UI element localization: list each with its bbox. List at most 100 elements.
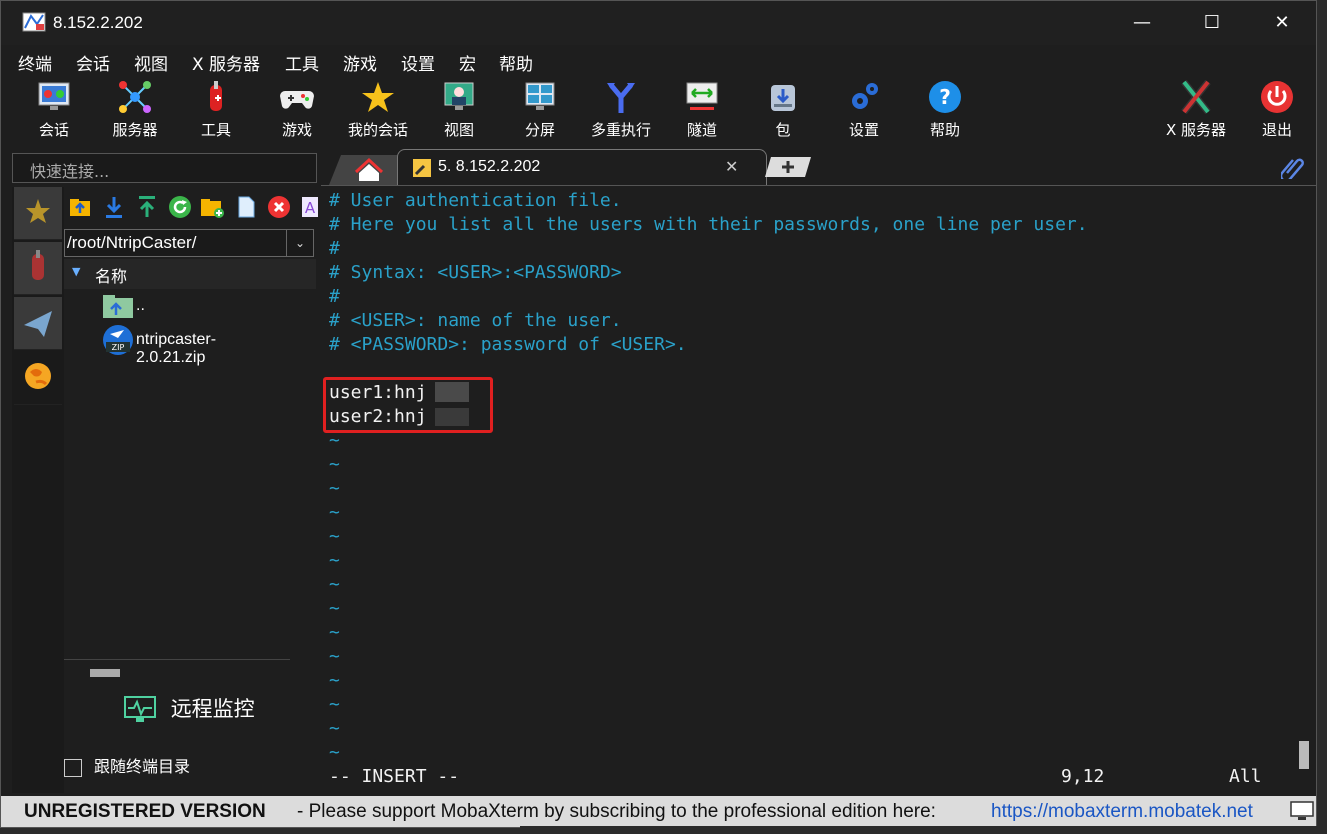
download-icon[interactable] [102,195,126,219]
follow-terminal-checkbox[interactable]: 跟随终端目录 [64,753,190,777]
path-field[interactable]: /root/NtripCaster/ ⌄ [64,229,314,257]
chevron-down-icon[interactable]: ⌄ [286,230,313,256]
toolbar-split-button[interactable]: 分屏 [500,77,580,141]
user-screen-icon [444,82,474,110]
menu-help[interactable]: 帮助 [499,50,533,75]
tab-active-session[interactable]: 5. 8.152.2.202 ✕ [397,149,767,185]
terminal-line: # <USER>: name of the user. [329,310,622,331]
tilde-line: ~ [329,502,340,523]
network-icon [119,81,151,113]
tilde-line: ~ [329,646,340,667]
new-tab-button[interactable] [761,155,813,179]
file-name: .. [136,297,145,314]
vim-mode: -- INSERT -- [329,766,460,787]
sftp-toolbar: A [64,193,318,223]
tilde-line: ~ [329,574,340,595]
parent-folder-icon[interactable] [68,195,92,219]
divider [64,659,290,660]
close-button[interactable]: ✕ [1267,9,1297,37]
toolbar-tunnel-button[interactable]: 隧道 [662,77,742,141]
toolbar-exit-button[interactable]: 退出 [1237,77,1316,141]
toolbar-xserver-button[interactable]: X 服务器 [1156,77,1236,141]
toolbar-label: 分屏 [524,121,555,139]
checkbox-box[interactable] [64,758,82,777]
sessions-tab[interactable] [14,187,62,240]
menu-view[interactable]: 视图 [134,50,168,75]
terminal-line: # User authentication file. [329,190,622,211]
new-folder-icon[interactable] [200,195,224,219]
toolbar-label: 游戏 [281,121,312,139]
toolbar-session-button[interactable]: 会话 [14,77,94,141]
menu-terminal[interactable]: 终端 [18,50,52,75]
tilde-line: ~ [329,742,340,763]
split-screen-icon [525,82,555,110]
menu-xserver[interactable]: X 服务器 [192,50,260,75]
paper-plane-icon [24,311,52,337]
menu-macro[interactable]: 宏 [459,50,476,75]
toolbar-label: 退出 [1261,121,1292,139]
quick-connect-input[interactable]: 快速连接... [12,153,317,183]
screen-icon[interactable] [1290,801,1314,821]
swiss-knife-icon [210,81,222,111]
delete-icon[interactable] [267,195,291,219]
toolbar-label: 帮助 [929,121,960,139]
help-icon: ? [929,81,961,113]
svg-text:A: A [305,199,316,217]
terminal-line: # Here you list all the users with their… [329,214,1088,235]
toolbar-packages-button[interactable]: 包 [743,77,823,141]
monitor-icon [38,82,70,110]
menu-session[interactable]: 会话 [76,50,110,75]
side-tab-bar [12,187,64,793]
menu-tools[interactable]: 工具 [285,50,319,75]
paperclip-icon[interactable] [1281,153,1305,179]
name-column-header[interactable]: ▼ 名称 [64,259,316,289]
gamepad-icon [280,91,314,109]
sort-triangle-icon: ▼ [72,265,81,278]
toolbar-label: 包 [775,121,791,139]
toolbar-label: 隧道 [686,121,717,139]
tilde-line: ~ [329,718,340,739]
toolbar-view-button[interactable]: 视图 [419,77,499,141]
minimize-button[interactable]: — [1127,9,1157,37]
menu-bar: 终端 会话 视图 X 服务器 工具 游戏 设置 宏 帮助 [1,45,1316,77]
unregistered-label: UNREGISTERED VERSION [24,801,266,822]
remote-monitor-button[interactable]: 远程监控 [124,693,255,724]
macros-tab[interactable] [14,297,62,350]
tilde-line: ~ [329,526,340,547]
toolbar: 会话 服务器 工具 游戏 我的会话 视图 分屏 多重执行 隧道 包 设置 ? 帮… [1,77,1316,143]
fork-icon [607,83,635,113]
tools-tab[interactable] [14,242,62,295]
refresh-icon[interactable] [168,195,192,219]
terminal-line: # <PASSWORD>: password of <USER>. [329,334,687,355]
tab-close-icon[interactable]: ✕ [725,157,738,176]
wrench-icon [413,159,431,177]
remote-monitor-label: 远程监控 [170,697,255,721]
column-header-label: 名称 [95,267,128,286]
mobatek-link[interactable]: https://mobaxterm.mobatek.net [991,801,1253,823]
menu-games[interactable]: 游戏 [343,50,377,75]
maximize-button[interactable]: ☐ [1197,9,1227,37]
toolbar-help-button[interactable]: ? 帮助 [905,77,985,141]
zip-file-icon: ZIP [103,325,133,355]
highlight-box [323,377,493,433]
upload-icon[interactable] [135,195,159,219]
cursor-position: 9,12 [1061,766,1105,787]
new-file-icon[interactable] [234,195,258,219]
terminal-scrollbar-thumb[interactable] [1299,741,1309,769]
terminal-area[interactable]: # User authentication file. # Here you l… [321,185,1316,794]
sftp-tab[interactable] [14,352,62,405]
toolbar-tools-button[interactable]: 工具 [176,77,256,141]
title-bar: 8.152.2.202 — ☐ ✕ [1,1,1316,45]
tilde-line: ~ [329,622,340,643]
toolbar-settings-button[interactable]: 设置 [824,77,904,141]
toolbar-label: X 服务器 [1165,121,1227,139]
toolbar-multiexec-button[interactable]: 多重执行 [581,77,661,141]
toolbar-servers-button[interactable]: 服务器 [95,77,175,141]
toolbar-games-button[interactable]: 游戏 [257,77,337,141]
app-icon [22,12,46,32]
menu-settings[interactable]: 设置 [401,50,435,75]
parent-folder-icon [103,295,133,318]
toolbar-label: 视图 [443,121,474,139]
horizontal-scrollbar[interactable] [90,669,120,677]
toolbar-my-sessions-button[interactable]: 我的会话 [338,77,418,141]
